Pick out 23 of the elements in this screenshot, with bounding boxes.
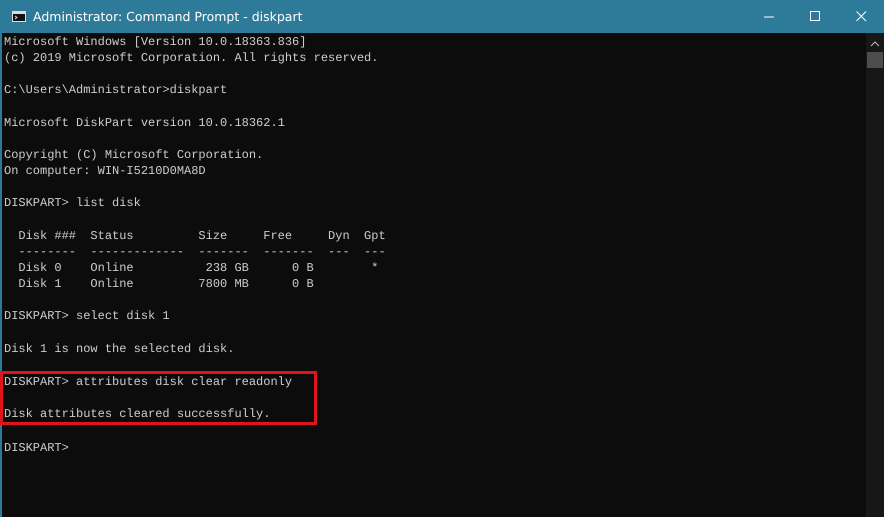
console-line: -------- ------------- ------- ------- --- --- — [17, 244, 386, 260]
console-line: DISKPART> select disk 1 — [4, 308, 170, 325]
console-icon — [12, 11, 26, 22]
console-line: Disk 1 Online 7800 MB 0 B — [17, 276, 314, 292]
scrollbar-thumb[interactable] — [867, 52, 883, 68]
console-line: DISKPART> list disk — [4, 195, 141, 212]
console-line: On computer: WIN-I5210D0MA8D — [4, 163, 206, 180]
console-line: C:\Users\Administrator>diskpart — [4, 82, 228, 99]
console-line: Disk 0 Online 238 GB 0 B * — [17, 260, 378, 276]
maximize-icon — [810, 11, 820, 22]
console-line: DISKPART> attributes disk clear readonly — [4, 374, 292, 390]
scrollbar[interactable] — [866, 33, 884, 517]
console-line: Microsoft Windows [Version 10.0.18363.836] — [4, 34, 306, 50]
console-line: Disk 1 is now the selected disk. — [4, 340, 234, 357]
console-line: (c) 2019 Microsoft Corporation. All rights reserved. — [4, 50, 378, 66]
close-icon — [856, 11, 866, 22]
console-line: Copyright (C) Microsoft Corporation. — [4, 146, 264, 164]
console-line: Disk ### Status Size Free Dyn Gpt — [17, 228, 386, 244]
console-line: Disk attributes cleared successfully. — [4, 406, 270, 422]
console-line: Microsoft DiskPart version 10.0.18362.1 — [4, 114, 285, 131]
scroll-up-icon[interactable] — [870, 41, 880, 47]
console-line: DISKPART> — [4, 440, 69, 456]
window-title: Administrator: Command Prompt - diskpart — [33, 9, 304, 24]
